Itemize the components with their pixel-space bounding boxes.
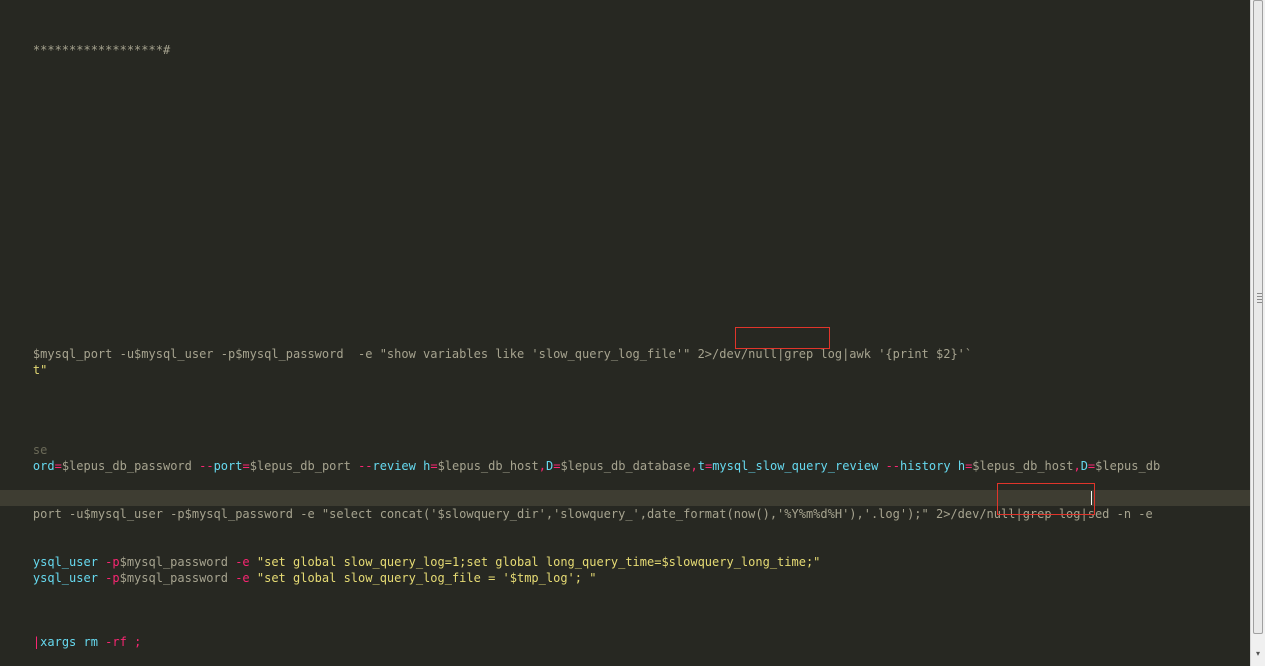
code-token: ;	[126, 635, 142, 649]
code-line-4: se	[4, 426, 47, 457]
code-token: D	[1080, 459, 1088, 473]
scroll-down-arrow-icon[interactable]: ▾	[1254, 650, 1262, 658]
code-token: -e	[235, 571, 250, 585]
code-token: ord	[32, 459, 55, 473]
code-token: --	[885, 459, 901, 473]
code-line-1: ******************#	[4, 26, 170, 57]
code-token: ,	[538, 459, 546, 473]
code-text: t"	[32, 363, 48, 377]
text-cursor	[1091, 491, 1092, 505]
code-token: ,	[1073, 459, 1081, 473]
code-token: history	[900, 459, 951, 473]
code-line-2: $mysql_port -u$mysql_user -p$mysql_passw…	[4, 330, 972, 361]
code-text: $mysql_port -u$mysql_user -p$mysql_passw…	[32, 347, 698, 361]
code-line-7: ysql_user -p$mysql_password -e "set glob…	[4, 538, 821, 569]
code-token: =	[430, 459, 438, 473]
code-token: $lepus_db_database	[560, 459, 691, 473]
code-token: --	[199, 459, 214, 473]
code-token: =	[54, 459, 62, 473]
code-token: mysql_slow_query_review	[712, 459, 886, 473]
code-token: "set global slow_query_log_file = '$tmp_…	[249, 571, 597, 585]
code-token: $mysql_password	[119, 571, 236, 585]
code-line-3: t"	[4, 346, 47, 377]
code-token: ,	[690, 459, 698, 473]
code-token: $lepus_db_host	[972, 459, 1074, 473]
code-token: rm	[76, 635, 106, 649]
code-line-5: ord=$lepus_db_password --port=$lepus_db_…	[4, 442, 1160, 473]
comment-text: ******************#	[32, 43, 171, 57]
code-token: --	[358, 459, 373, 473]
code-token: =	[242, 459, 250, 473]
code-token: port	[213, 459, 243, 473]
highlighted-redirect: 2>/dev/null	[935, 507, 1016, 521]
code-text: port -u$mysql_user -p$mysql_password -e …	[32, 507, 936, 521]
code-token: h	[415, 459, 431, 473]
highlighted-redirect: 2>/dev/null	[697, 347, 778, 361]
code-token: ysql_user	[32, 571, 106, 585]
code-token: $lepus_db	[1095, 459, 1161, 473]
code-token: -p	[105, 571, 120, 585]
code-token: -rf	[105, 635, 127, 649]
code-token: review	[372, 459, 416, 473]
code-line-9: |xargs rm -rf ;	[4, 618, 141, 649]
code-token: $lepus_db_host	[437, 459, 539, 473]
code-token: $lepus_db_port	[249, 459, 359, 473]
code-text: |grep log|awk '{print $2}'`	[777, 347, 973, 361]
code-line-6-current: port -u$mysql_user -p$mysql_password -e …	[0, 490, 1250, 521]
code-line-8: ysql_user -p$mysql_password -e "set glob…	[4, 554, 597, 585]
scroll-thumb[interactable]	[1253, 0, 1263, 634]
code-token: h	[950, 459, 966, 473]
code-token: t	[697, 459, 705, 473]
code-editor[interactable]: ******************# $mysql_port -u$mysql…	[0, 0, 1250, 666]
grip-icon	[1257, 293, 1262, 305]
vertical-scrollbar[interactable]: ▾	[1250, 0, 1265, 666]
code-text: |grep log|sed -n -e	[1015, 507, 1153, 521]
code-token: xargs	[40, 635, 77, 649]
code-token: $lepus_db_password	[61, 459, 200, 473]
